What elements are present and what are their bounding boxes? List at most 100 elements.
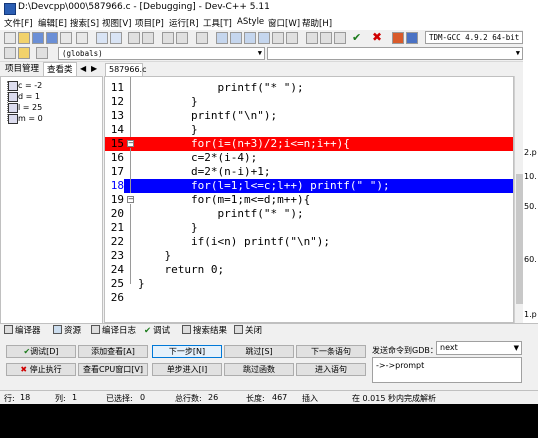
menu-project[interactable]: 项目[P] (135, 17, 164, 29)
close-icon (234, 325, 243, 334)
debug-button[interactable]: ✔调试[D] (6, 345, 76, 358)
stop-icon[interactable] (286, 32, 298, 44)
debug-icon[interactable] (272, 32, 284, 44)
fold-toggle-icon[interactable]: − (127, 196, 134, 203)
tab-project[interactable]: 项目管理 (2, 62, 42, 76)
delete-icon[interactable]: ✖ (372, 30, 382, 44)
right-pane-text: 2.p (524, 148, 537, 157)
chevron-left-icon[interactable]: ◀ (80, 64, 86, 73)
next-step-button[interactable]: 下一步[N] (152, 345, 222, 358)
tab-search-results[interactable]: 搜索结果 (182, 325, 227, 337)
profile-icon[interactable] (406, 32, 418, 44)
editor-file-tab[interactable]: 587966.c (105, 63, 146, 76)
compiler-select[interactable]: TDM-GCC 4.9.2 64-bit (425, 31, 523, 44)
insert-icon[interactable] (320, 32, 332, 44)
code-editor[interactable]: 11 printf("* "); 12 } 13 printf("\n"); 1… (104, 76, 514, 323)
step-into-button[interactable]: 单步进入[I] (152, 363, 222, 376)
code-line[interactable]: 19− for(m=1;m<=d;m++){ (105, 193, 513, 207)
save-icon[interactable] (32, 32, 44, 44)
globals-select[interactable]: (globals) ▼ (58, 47, 265, 60)
gdb-command-input[interactable]: next ▼ (436, 341, 522, 355)
code-line[interactable]: 21 } (105, 221, 513, 235)
menu-run[interactable]: 运行[R] (169, 17, 199, 29)
code-line[interactable]: 11 printf("* "); (105, 81, 513, 95)
code-line[interactable]: 26 (105, 291, 513, 305)
goto-icon[interactable] (196, 32, 208, 44)
tab-close[interactable]: 关闭 (234, 325, 262, 337)
open-folder-icon[interactable] (18, 32, 30, 44)
tab-compiler[interactable]: 编译器 (4, 325, 41, 337)
skip-button[interactable]: 跳过[S] (224, 345, 294, 358)
code-line[interactable]: 13 printf("\n"); (105, 109, 513, 123)
chevron-right-icon[interactable]: ▶ (91, 64, 97, 73)
indent-icon[interactable] (162, 32, 174, 44)
class-browser-icon[interactable] (4, 47, 16, 59)
code-line[interactable]: 14 } (105, 123, 513, 137)
menu-help[interactable]: 帮助[H] (302, 17, 332, 29)
search-results-icon (182, 325, 191, 334)
menu-tools[interactable]: 工具[T] (203, 17, 232, 29)
chart-icon[interactable] (392, 32, 404, 44)
print-icon[interactable] (76, 32, 88, 44)
status-len-label: 长度: (246, 394, 265, 403)
code-line[interactable]: 22 if(i<n) printf("\n"); (105, 235, 513, 249)
step-into-statement-button[interactable]: 进入语句 (296, 363, 366, 376)
code-line[interactable]: 12 } (105, 95, 513, 109)
bookmark-icon[interactable] (36, 47, 48, 59)
rebuild-icon[interactable] (258, 32, 270, 44)
code-line[interactable]: 16 c=2*(i-4); (105, 151, 513, 165)
function-select[interactable]: ▼ (267, 47, 523, 60)
redo-icon[interactable] (110, 32, 122, 44)
watch-item[interactable]: m = 0 (8, 113, 43, 124)
menu-window[interactable]: 窗口[W] (268, 17, 300, 29)
watch-item[interactable]: l = 25 (8, 102, 42, 113)
watch-panel: c = -2 d = 1 l = 25 m = 0 (0, 76, 103, 328)
menu-file[interactable]: 文件[F] (4, 17, 33, 29)
new-file-icon[interactable] (4, 32, 16, 44)
fold-toggle-icon[interactable]: − (127, 140, 134, 147)
code-text: return 0; (138, 263, 225, 276)
code-text: for(i=(n+3)/2;i<=n;i++){ (138, 137, 350, 150)
right-pane-text: 50. (524, 202, 537, 211)
search-icon[interactable] (128, 32, 140, 44)
compile-icon[interactable] (216, 32, 228, 44)
undo-icon[interactable] (96, 32, 108, 44)
stop-debug-button[interactable]: ✖ 停止执行 (6, 363, 76, 376)
watch-item[interactable]: c = -2 (8, 80, 42, 91)
tab-label: 关闭 (245, 326, 263, 336)
breakpoint-line[interactable]: 15− for(i=(n+3)/2;i<=n;i++){ (105, 137, 513, 151)
tab-class-view[interactable]: 查看类 (43, 62, 77, 77)
tab-resources[interactable]: 资源 (53, 325, 81, 337)
menu-edit[interactable]: 编辑[E] (38, 17, 67, 29)
code-line[interactable]: 20 printf("* "); (105, 207, 513, 221)
tab-debug[interactable]: ✔ 调试 (144, 325, 170, 337)
line-number: 14 (110, 123, 124, 136)
menu-search[interactable]: 搜索[S] (70, 17, 99, 29)
unindent-icon[interactable] (176, 32, 188, 44)
close-file-icon[interactable] (60, 32, 72, 44)
cpu-window-button[interactable]: 查看CPU窗口[V] (78, 363, 148, 376)
code-line[interactable]: 24 return 0; (105, 263, 513, 277)
toggle-bookmark-icon[interactable] (334, 32, 346, 44)
watch-item[interactable]: d = 1 (8, 91, 40, 102)
folder-icon[interactable] (18, 47, 30, 59)
code-line[interactable]: 25} (105, 277, 513, 291)
current-execution-line[interactable]: 18 for(l=1;l<=c;l++) printf(" "); (105, 179, 513, 193)
menu-astyle[interactable]: AStyle (237, 17, 264, 27)
save-all-icon[interactable] (46, 32, 58, 44)
scrollbar-thumb[interactable] (516, 174, 523, 304)
add-watch-button[interactable]: 添加查看[A] (78, 345, 148, 358)
code-line[interactable]: 17 d=2*(n-i)+1; (105, 165, 513, 179)
gdb-output[interactable]: ->->prompt (372, 357, 522, 383)
replace-icon[interactable] (142, 32, 154, 44)
check-icon[interactable]: ✔ (352, 31, 361, 44)
code-line[interactable]: 23 } (105, 249, 513, 263)
tab-compile-log[interactable]: 编译日志 (91, 325, 136, 337)
code-text: } (138, 249, 172, 262)
menu-view[interactable]: 视图[V] (102, 17, 131, 29)
compile-run-icon[interactable] (244, 32, 256, 44)
skip-function-button[interactable]: 跳过函数 (224, 363, 294, 376)
new-project-icon[interactable] (306, 32, 318, 44)
run-icon[interactable] (230, 32, 242, 44)
next-statement-button[interactable]: 下一条语句 (296, 345, 366, 358)
